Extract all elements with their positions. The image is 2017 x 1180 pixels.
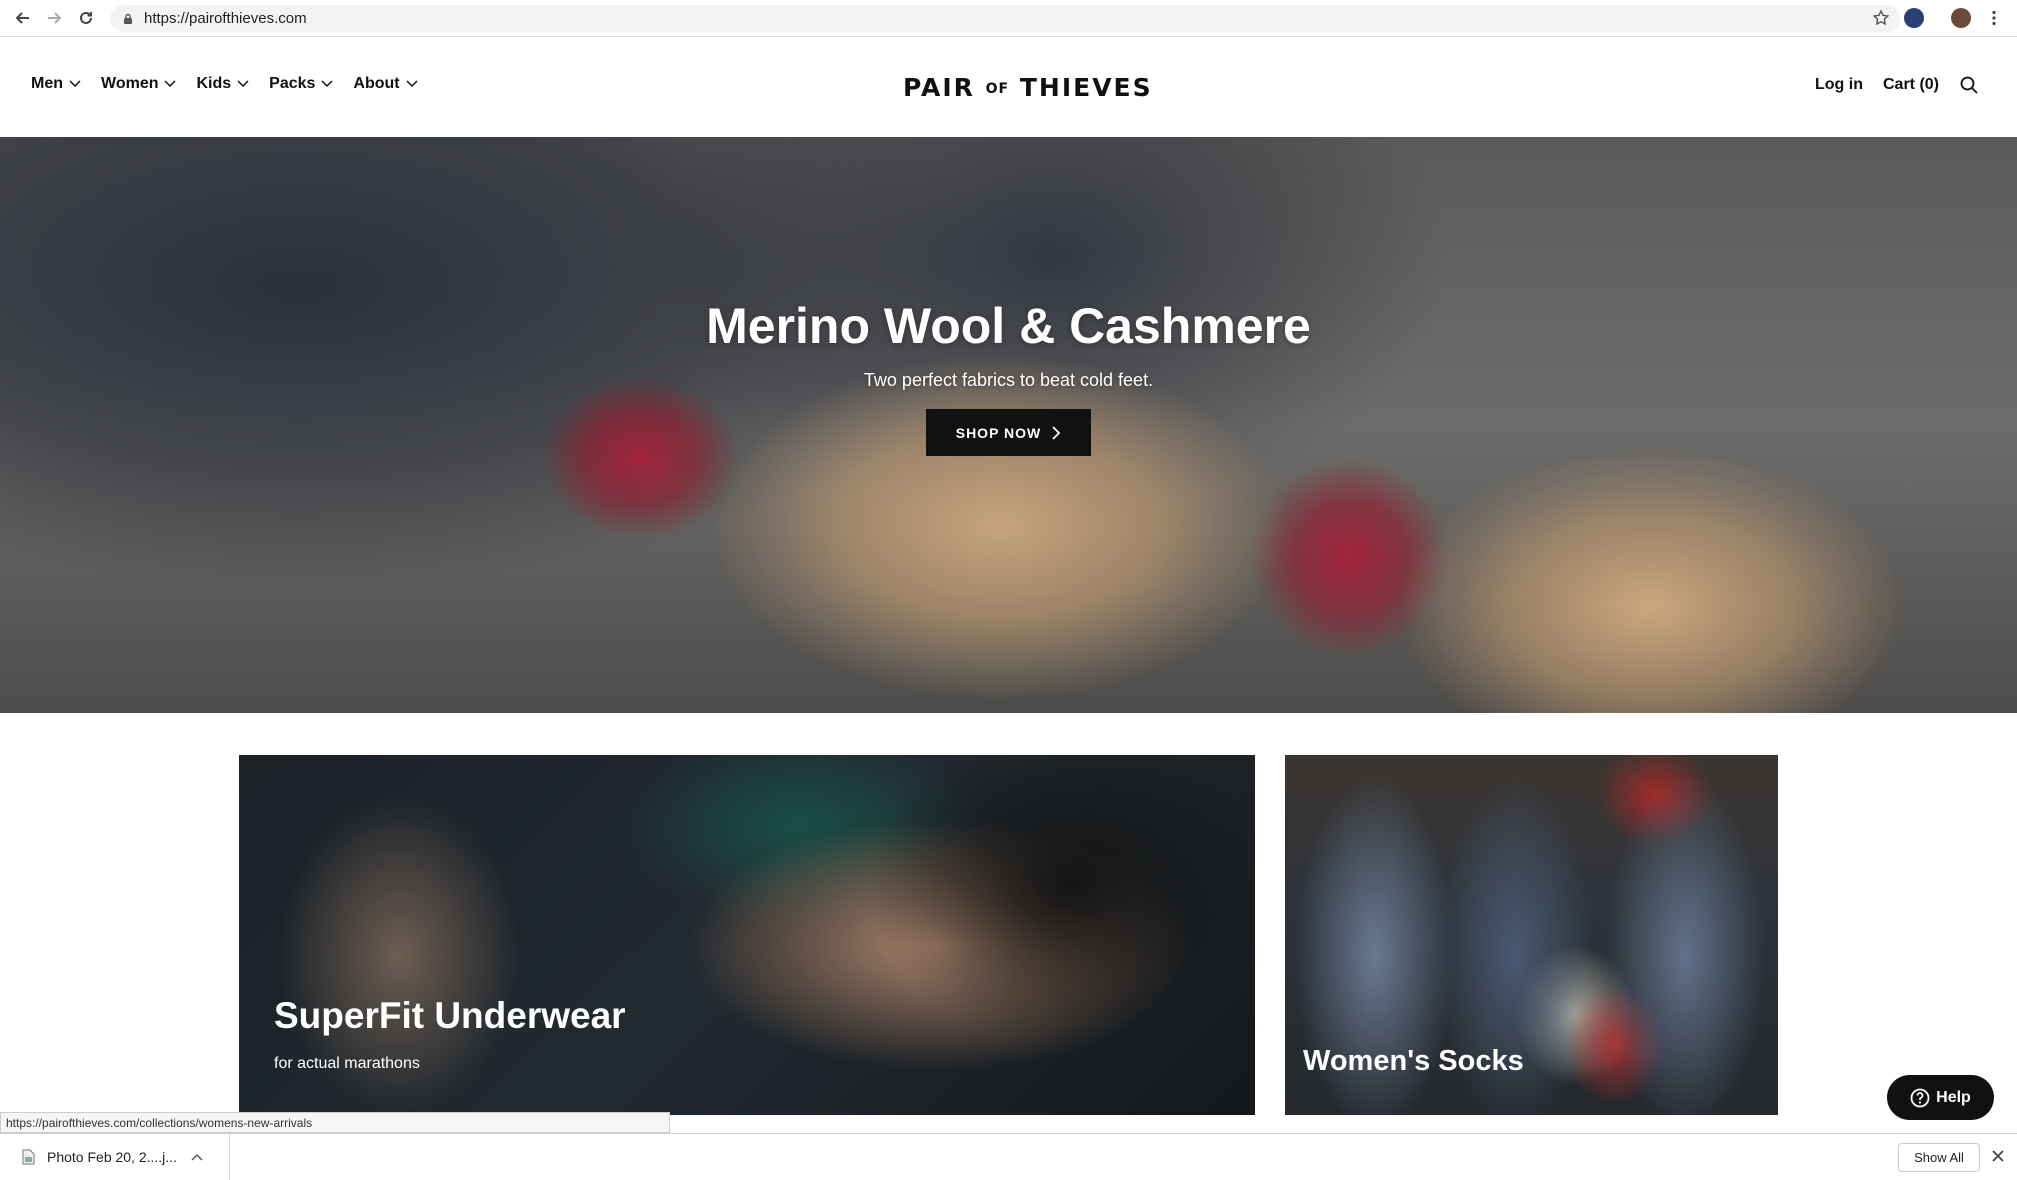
nav-packs[interactable]: Packs xyxy=(269,75,333,93)
superfit-underwear-title: SuperFit Underwear xyxy=(274,995,626,1036)
download-shelf: Photo Feb 20, 2....j... Show All xyxy=(0,1133,2017,1180)
chevron-down-icon xyxy=(69,80,81,88)
hero-banner: Merino Wool & Cashmere Two perfect fabri… xyxy=(0,137,2017,713)
shop-now-label: SHOP NOW xyxy=(955,424,1042,441)
womens-socks-title: Women's Socks xyxy=(1303,1045,1524,1077)
search-icon[interactable] xyxy=(1959,75,1979,95)
nav-packs-label: Packs xyxy=(269,75,316,92)
show-all-button[interactable]: Show All xyxy=(1898,1143,1980,1172)
browser-toolbar: https://pairofthieves.com xyxy=(0,0,2017,37)
main-nav: Men Women Kids Packs About xyxy=(31,75,438,93)
superfit-underwear-subtitle: for actual marathons xyxy=(274,1055,420,1072)
shop-now-button[interactable]: SHOP NOW xyxy=(926,409,1091,456)
login-link[interactable]: Log in xyxy=(1815,76,1863,94)
chevron-down-icon xyxy=(164,80,177,88)
nav-kids-label: Kids xyxy=(196,75,232,92)
back-arrow-icon[interactable] xyxy=(12,7,34,29)
header-actions: Log in Cart (0) xyxy=(1795,75,1979,95)
site-header: Men Women Kids Packs About PAIR OF THIEV… xyxy=(0,37,2017,137)
extension-icon[interactable] xyxy=(1904,8,1924,28)
nav-men[interactable]: Men xyxy=(31,75,81,93)
close-icon[interactable] xyxy=(1990,1148,2006,1164)
nav-about-label: About xyxy=(353,75,400,92)
download-item[interactable]: Photo Feb 20, 2....j... xyxy=(0,1134,230,1180)
nav-women-label: Women xyxy=(101,75,159,92)
profile-avatar[interactable] xyxy=(1951,8,1971,28)
link-status-bubble: https://pairofthieves.com/collections/wo… xyxy=(0,1112,670,1133)
nav-women[interactable]: Women xyxy=(101,75,177,93)
chevron-down-icon xyxy=(321,80,333,88)
reload-icon[interactable] xyxy=(75,7,97,29)
bookmark-star-icon[interactable] xyxy=(1872,9,1890,27)
lock-icon xyxy=(124,13,132,24)
chevron-down-icon xyxy=(237,80,249,88)
file-icon xyxy=(22,1149,35,1165)
chevron-right-icon xyxy=(1052,425,1061,440)
nav-men-label: Men xyxy=(31,75,63,92)
question-icon xyxy=(1910,1088,1930,1107)
help-button[interactable]: Help xyxy=(1887,1075,1994,1120)
address-url: https://pairofthieves.com xyxy=(144,10,307,27)
chevron-up-icon[interactable] xyxy=(191,1153,203,1161)
site-logo[interactable]: PAIR OF THIEVES xyxy=(903,73,1153,102)
cart-link[interactable]: Cart (0) xyxy=(1883,76,1939,94)
womens-socks-tile[interactable]: Women's Socks xyxy=(1285,755,1778,1115)
logo-word-pair: PAIR xyxy=(903,73,975,102)
nav-about[interactable]: About xyxy=(353,75,418,93)
superfit-underwear-tile[interactable]: SuperFit Underwear for actual marathons xyxy=(239,755,1255,1115)
logo-word-of: OF xyxy=(985,81,1010,97)
hero-subtitle: Two perfect fabrics to beat cold feet. xyxy=(863,370,1154,390)
hero-title: Merino Wool & Cashmere xyxy=(706,298,1311,354)
forward-arrow-icon[interactable] xyxy=(43,7,65,29)
chevron-down-icon xyxy=(406,80,418,88)
nav-kids[interactable]: Kids xyxy=(196,75,249,93)
logo-word-thieves: THIEVES xyxy=(1019,73,1153,102)
download-file-name: Photo Feb 20, 2....j... xyxy=(47,1149,177,1165)
address-bar[interactable]: https://pairofthieves.com xyxy=(110,5,1900,32)
browser-menu-icon[interactable] xyxy=(1983,7,2005,29)
help-label: Help xyxy=(1936,1088,1971,1106)
